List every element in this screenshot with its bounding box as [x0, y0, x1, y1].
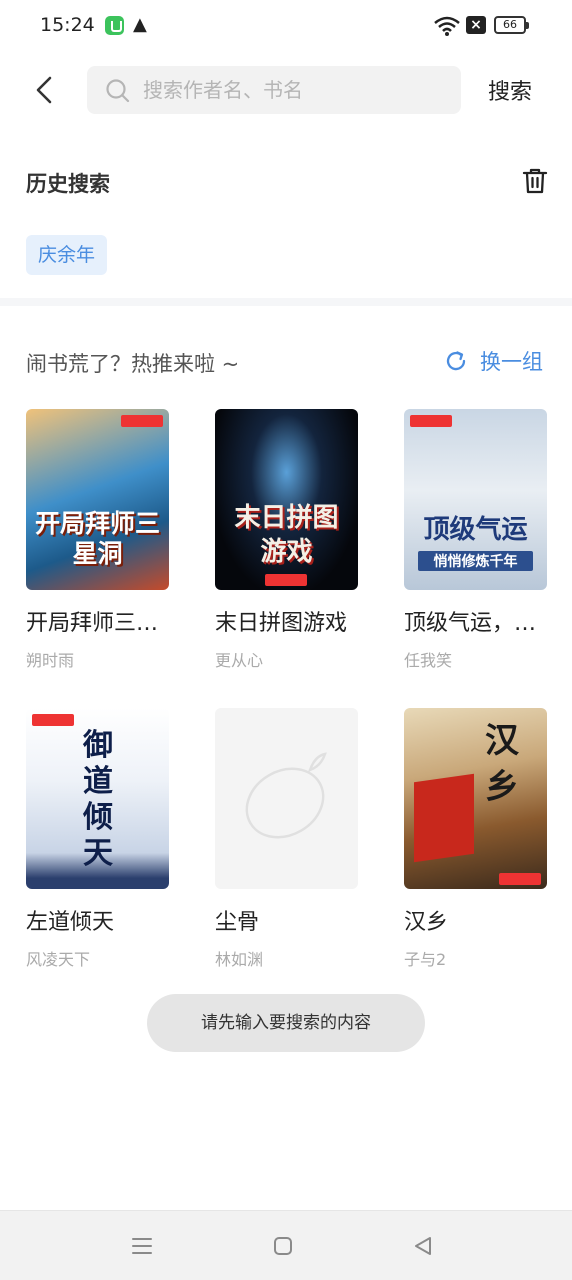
book-cover[interactable]: 汉乡: [404, 708, 547, 889]
book-author: 风凌天下: [26, 950, 91, 969]
section-divider: [0, 298, 572, 306]
book-author: 朔时雨: [26, 651, 75, 670]
history-title: 历史搜索: [26, 172, 110, 196]
book-cover[interactable]: 开局拜师三星洞: [26, 409, 169, 590]
app-notification-icon: [105, 16, 124, 35]
book-card[interactable]: 御道倾天 左道倾天 风凌天下: [26, 708, 169, 969]
book-author: 子与2: [404, 950, 447, 969]
book-card[interactable]: 末日拼图游戏 末日拼图游戏 更从心: [215, 409, 358, 670]
battery-icon: 66: [494, 16, 529, 34]
book-cover[interactable]: 御道倾天: [26, 708, 169, 889]
book-title: 左道倾天: [26, 910, 115, 935]
back-triangle-icon[interactable]: [412, 1235, 434, 1257]
book-title: 开局拜师三…: [26, 611, 159, 636]
publisher-badge: [121, 415, 163, 427]
status-bar: 15:24 ▲ × 66: [0, 0, 572, 52]
book-cover[interactable]: 末日拼图游戏: [215, 409, 358, 590]
search-box[interactable]: [87, 66, 461, 114]
publisher-badge: [499, 873, 541, 885]
warning-icon: ▲: [133, 14, 147, 35]
book-cover-placeholder[interactable]: [215, 708, 358, 889]
book-title: 顶级气运，…: [404, 611, 537, 636]
lemon-placeholder-icon: [245, 752, 327, 839]
search-icon: [106, 79, 130, 103]
system-nav-bar: [0, 1210, 572, 1280]
publisher-badge: [410, 415, 452, 427]
cover-title: 汉乡: [485, 721, 519, 807]
book-cover[interactable]: 顶级气运 悄悄修炼千年: [404, 409, 547, 590]
banner-flag-image: [414, 773, 474, 863]
cover-title: 御道倾天: [83, 728, 113, 871]
book-author: 更从心: [215, 651, 264, 670]
book-title: 尘骨: [215, 910, 260, 935]
refresh-label: 换一组: [480, 350, 543, 374]
cover-title: 末日拼图游戏: [234, 503, 339, 567]
signal-off-icon: ×: [466, 16, 486, 34]
book-author: 林如渊: [215, 950, 264, 969]
back-icon: [36, 76, 52, 104]
search-input[interactable]: [143, 66, 443, 114]
search-submit-button[interactable]: 搜索: [488, 74, 532, 106]
book-card[interactable]: 尘骨 林如渊: [215, 708, 358, 969]
publisher-badge: [32, 714, 74, 726]
book-title: 末日拼图游戏: [215, 611, 348, 636]
home-icon[interactable]: [272, 1235, 294, 1257]
toast-message: 请先输入要搜索的内容: [147, 994, 425, 1052]
status-time: 15:24: [40, 14, 95, 36]
refresh-button[interactable]: 换一组: [444, 346, 543, 376]
publisher-badge: [265, 574, 307, 586]
book-card[interactable]: 顶级气运 悄悄修炼千年 顶级气运，… 任我笑: [404, 409, 547, 670]
cover-subtitle: 悄悄修炼千年: [418, 551, 533, 571]
menu-icon[interactable]: [131, 1235, 153, 1257]
book-title: 汉乡: [404, 910, 449, 935]
cover-title: 顶级气运: [423, 515, 528, 545]
history-tag[interactable]: 庆余年: [26, 235, 108, 275]
book-card[interactable]: 汉乡 汉乡 子与2: [404, 708, 547, 969]
wifi-icon: [434, 16, 460, 36]
back-button[interactable]: [28, 72, 64, 108]
trash-icon[interactable]: [520, 166, 550, 196]
book-card[interactable]: 开局拜师三星洞 开局拜师三… 朔时雨: [26, 409, 169, 670]
book-author: 任我笑: [404, 651, 453, 670]
recommend-title: 闹书荒了？热推来啦 ~: [26, 352, 240, 376]
refresh-icon: [446, 351, 466, 371]
cover-title: 开局拜师三星洞: [34, 509, 160, 568]
